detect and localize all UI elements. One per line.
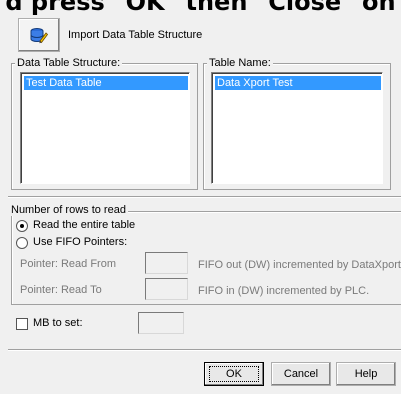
structure-list-item[interactable]: Test Data Table <box>24 76 188 90</box>
pointer-read-to-hint: FIFO in (DW) incremented by PLC. <box>198 285 370 297</box>
pointer-read-to-label: Pointer: Read To <box>20 284 102 296</box>
read-entire-label[interactable]: Read the entire table <box>33 219 135 231</box>
button-separator <box>8 349 401 351</box>
cancel-button[interactable]: Cancel <box>271 362 331 386</box>
use-fifo-label[interactable]: Use FIFO Pointers: <box>33 236 127 248</box>
separator <box>8 196 401 198</box>
pointer-read-from-input[interactable] <box>145 252 188 274</box>
structure-listbox[interactable]: Test Data Table <box>20 72 190 184</box>
import-structure-button[interactable] <box>18 18 60 52</box>
mb-to-set-checkbox[interactable] <box>16 318 28 330</box>
pointer-read-from-hint: FIFO out (DW) incremented by DataXport. <box>198 259 401 271</box>
import-structure-label: Import Data Table Structure <box>68 29 203 41</box>
pointer-read-from-label: Pointer: Read From <box>20 258 116 270</box>
ok-button[interactable]: OK <box>204 362 264 386</box>
radio-selected-dot <box>20 224 24 228</box>
mb-to-set-input[interactable] <box>138 312 184 334</box>
rows-group-title: Number of rows to read <box>9 204 128 216</box>
read-entire-radio[interactable] <box>16 220 28 232</box>
database-edit-icon <box>30 28 48 44</box>
table-name-list-item[interactable]: Data Xport Test <box>215 76 381 90</box>
use-fifo-radio[interactable] <box>16 237 28 249</box>
mb-to-set-label[interactable]: MB to set: <box>33 317 83 329</box>
structure-group-title: Data Table Structure: <box>15 57 123 69</box>
table-name-group-title: Table Name: <box>207 57 273 69</box>
table-name-listbox[interactable]: Data Xport Test <box>211 72 383 184</box>
pointer-read-to-input[interactable] <box>145 278 188 300</box>
help-button[interactable]: Help <box>336 362 396 386</box>
ok-button-label: OK <box>209 366 259 382</box>
instruction-heading: d press "OK" then "Close" on <box>5 0 396 16</box>
